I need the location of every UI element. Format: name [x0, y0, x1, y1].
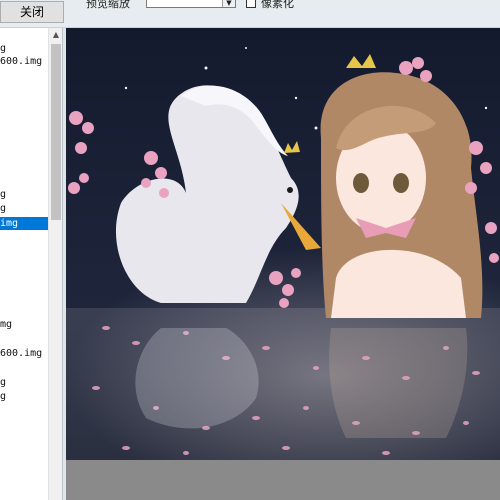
pixelated-checkbox[interactable]: [246, 0, 256, 8]
list-item[interactable]: 600.img: [0, 55, 48, 68]
list-item-selected[interactable]: img: [0, 217, 48, 230]
preview-scale-label: 预览缩放: [86, 0, 130, 10]
preview-footer: [66, 460, 500, 500]
list-item[interactable]: g: [0, 188, 48, 201]
preview-artwork: [66, 28, 500, 460]
list-item[interactable]: g: [0, 376, 48, 389]
list-item[interactable]: mg: [0, 318, 48, 331]
close-button[interactable]: 关闭: [0, 1, 64, 23]
pixelated-label: 像素化: [261, 0, 294, 10]
list-item[interactable]: g: [0, 390, 48, 403]
toolbar: 关闭 预览缩放 ▼ 像素化: [0, 0, 500, 28]
chevron-down-icon[interactable]: ▼: [222, 0, 235, 7]
file-list: g 600.img g g img mg 600.img g g ▲: [0, 28, 63, 500]
list-item[interactable]: g: [0, 42, 48, 55]
image-preview: [66, 28, 500, 460]
preview-scale-dropdown[interactable]: ▼: [146, 0, 236, 8]
scrollbar-thumb[interactable]: [51, 44, 61, 220]
arrow-up-icon[interactable]: ▲: [49, 28, 62, 42]
file-list-scrollbar[interactable]: ▲: [48, 28, 62, 500]
list-item[interactable]: 600.img: [0, 347, 48, 360]
list-item[interactable]: g: [0, 202, 48, 215]
